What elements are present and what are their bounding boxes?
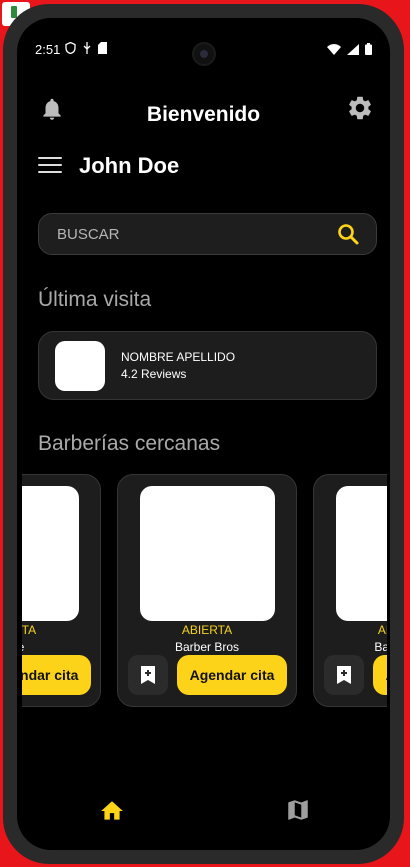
barber-avatar (55, 341, 105, 391)
last-visit-heading: Última visita (38, 288, 152, 311)
book-appointment-button[interactable]: Agendar cita (373, 655, 387, 695)
shop-name: Barber Bros (174, 640, 240, 654)
app-screen: 2:51 Bienvenido John Doe BUSCAR Última v… (17, 18, 390, 850)
bookmark-add-icon (141, 666, 155, 684)
shop-name: Style (22, 640, 100, 654)
bookmark-add-icon (337, 666, 351, 684)
wifi-icon (327, 43, 341, 55)
shop-name: Barbería P (374, 640, 387, 654)
page-title: Bienvenido (146, 103, 261, 126)
status-bar: 2:51 (17, 18, 390, 64)
shop-status: ABIERTA (22, 623, 37, 637)
shop-image (22, 486, 79, 621)
book-appointment-button[interactable]: Agendar cita (177, 655, 287, 695)
user-name: John Doe (79, 153, 180, 178)
status-time: 2:51 (35, 42, 61, 57)
bookmark-button[interactable] (324, 655, 364, 695)
map-icon[interactable] (285, 797, 311, 823)
gear-icon[interactable] (346, 94, 374, 122)
search-bar (38, 213, 377, 255)
front-camera (194, 44, 214, 64)
phone-frame: 2:51 Bienvenido John Doe BUSCAR Última v… (3, 4, 404, 864)
shop-status: ABIERTA (181, 623, 233, 637)
menu-icon[interactable] (38, 157, 62, 175)
search-icon[interactable] (336, 222, 360, 246)
bookmark-button[interactable] (128, 655, 168, 695)
shop-status: ABIERTA (377, 623, 387, 637)
book-appointment-button[interactable]: Agendar cita (22, 655, 91, 695)
barber-name: NOMBRE APELLIDO (121, 350, 236, 364)
status-right-icons (327, 43, 372, 55)
shop-image (336, 486, 387, 621)
home-icon[interactable] (99, 798, 125, 824)
search-input[interactable] (57, 214, 317, 254)
last-visit-card[interactable]: NOMBRE APELLIDO 4.2 Reviews (38, 331, 377, 400)
shop-card[interactable]: ABIERTA Barbería P Agendar cita (313, 474, 387, 707)
nearby-heading: Barberías cercanas (38, 432, 221, 455)
barber-reviews: 4.2 Reviews (121, 367, 187, 381)
usb-icon (83, 42, 91, 54)
battery-icon (365, 43, 372, 55)
shop-image (140, 486, 275, 621)
shop-card[interactable]: ABIERTA Style Agendar cita (22, 474, 101, 707)
signal-icon (347, 43, 359, 55)
shops-carousel[interactable]: ABIERTA Style Agendar cita ABIERTA Barbe… (22, 474, 387, 709)
status-left-icons (65, 41, 108, 55)
shield-icon (65, 41, 76, 55)
sd-card-icon (98, 42, 108, 54)
shop-card[interactable]: ABIERTA Barber Bros Agendar cita (117, 474, 297, 707)
